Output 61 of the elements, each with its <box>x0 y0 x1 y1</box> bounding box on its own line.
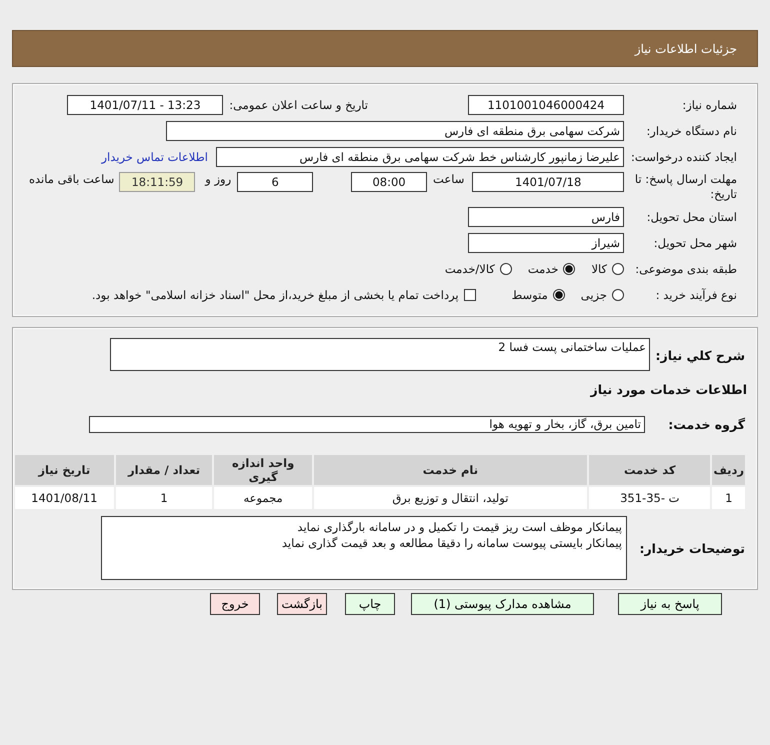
requester-field: علیرضا زمانپور کارشناس خط شرکت سهامی برق منطقه ای فارس <box>216 147 624 167</box>
field-label: طبقه بندی موضوعی: <box>634 262 738 276</box>
deadline-date-field: 1401/07/18 <box>472 172 624 192</box>
option-label: کالا/خدمت <box>444 262 495 276</box>
field-label: شهر محل تحویل: <box>652 236 738 250</box>
action-button[interactable]: بازگشت <box>277 593 327 615</box>
note-line: پیمانکار موظف است ریز قیمت را تکمیل و در سامانه بارگذاری نماید <box>296 519 622 535</box>
radio-button[interactable] <box>500 263 512 275</box>
field-label: مهلت ارسال پاسخ: تا تاریخ: <box>634 172 738 202</box>
service-group-field: تامین برق، گاز، بخار و تهویه هوا <box>89 416 645 432</box>
option-label: کالا <box>591 262 607 276</box>
option-label: خدمت <box>528 262 558 276</box>
buyer-contact-link[interactable]: اطلاعات تماس خریدار <box>101 150 208 164</box>
table-cell: مجموعه <box>214 487 312 509</box>
option-label: پرداخت تمام یا بخشی از مبلغ خرید،از محل "اسناد خزانه اسلامی" خواهد بود. <box>92 288 459 302</box>
radio-button[interactable] <box>612 289 624 301</box>
table-cell: 1401/08/11 <box>15 487 114 509</box>
field-label: ساعت باقی مانده <box>28 172 114 186</box>
field-label: گروه خدمت: <box>667 416 746 432</box>
column-header: کد خدمت <box>589 455 710 485</box>
table-cell: تولید، انتقال و توزیع برق <box>314 487 588 509</box>
note-line: پیمانکار بایستی پیوست سامانه را دقیقا مطالعه و بعد قیمت گذاری نماید <box>280 535 622 551</box>
days-field: 6 <box>237 172 314 192</box>
column-header: واحد اندازه گیری <box>214 455 312 485</box>
announce-date-field: 1401/07/11 - 13:23 <box>67 95 224 115</box>
field-label: نام دستگاه خریدار: <box>645 124 738 138</box>
action-button[interactable]: چاپ <box>345 593 395 615</box>
city-field: شیراز <box>468 233 624 253</box>
province-field: فارس <box>468 207 624 227</box>
need-number-field: 1101001046000424 <box>468 95 624 115</box>
field-label: استان محل تحویل: <box>646 210 738 224</box>
table-cell: ت -35-351 <box>589 487 710 509</box>
deadline-time-field: 08:00 <box>351 172 428 192</box>
option-label: متوسط <box>512 288 548 302</box>
field-label: ساعت <box>433 172 464 186</box>
table-cell: 1 <box>712 487 745 509</box>
table-cell: 1 <box>116 487 212 509</box>
column-header: نام خدمت <box>314 455 588 485</box>
field-label: نوع فرآیند خرید : <box>654 288 738 302</box>
field-label: تاریخ و ساعت اعلان عمومی: <box>229 98 368 112</box>
buyer-field: شرکت سهامی برق منطقه ای فارس <box>166 121 624 141</box>
radio-button[interactable] <box>612 263 624 275</box>
page-title: جزئیات اطلاعات نیاز <box>634 42 737 56</box>
field-label: روز و <box>205 172 232 186</box>
field-label: ایجاد کننده درخواست: <box>630 150 738 164</box>
summary-field: عملیات ساختمانی پست فسا 2 <box>110 338 650 371</box>
action-button[interactable]: پاسخ به نیاز <box>618 593 722 615</box>
column-header: تعداد / مقدار <box>116 455 212 485</box>
field-label: شماره نیاز: <box>681 98 738 112</box>
field-label: شرح كلي نياز: <box>654 348 746 362</box>
radio-button[interactable] <box>563 263 576 275</box>
action-button[interactable]: خروج <box>210 593 260 615</box>
field-label: توضیحات خریدار: <box>638 540 746 556</box>
remaining-time-field: 18:11:59 <box>119 172 196 192</box>
column-header: ردیف <box>712 455 745 485</box>
action-button[interactable]: مشاهده مدارک پیوستی (1) <box>411 593 594 615</box>
column-header: تاریخ نیاز <box>15 455 114 485</box>
option-label: جزیی <box>580 288 607 302</box>
checkbox[interactable] <box>464 289 476 301</box>
section-title: اطلاعات خدمات مورد نیاز <box>589 382 747 397</box>
radio-button[interactable] <box>552 289 565 301</box>
